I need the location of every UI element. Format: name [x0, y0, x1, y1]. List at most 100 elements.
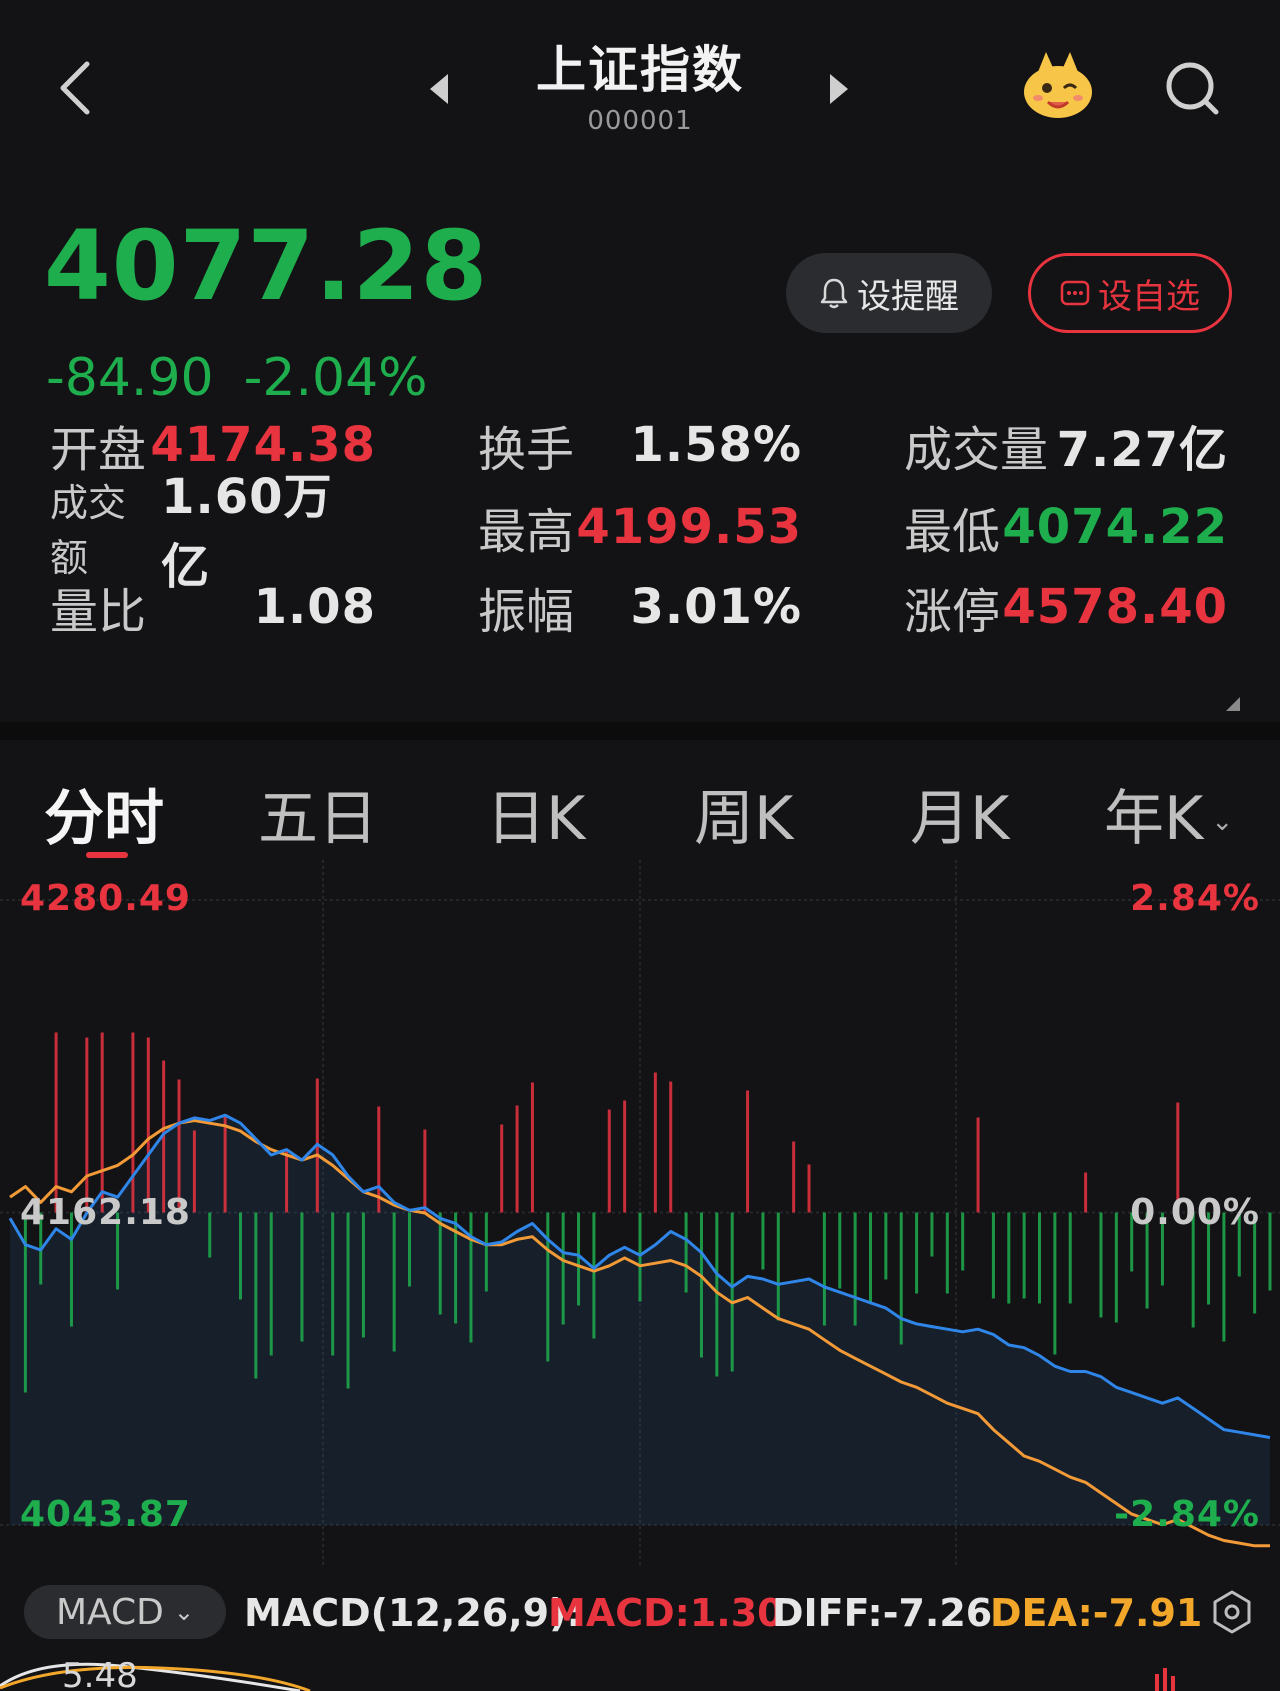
stat-value: 1.58% [630, 417, 802, 473]
volume-bar-64 [991, 1212, 995, 1299]
volume-bar-67 [1038, 1212, 1042, 1304]
volume-bar-5 [85, 1037, 89, 1213]
stat-3: 成交额 1.60万亿 [50, 469, 376, 595]
price-area [10, 1115, 1270, 1525]
indicator-selector[interactable]: MACD ⌄ [24, 1585, 226, 1639]
settings-gear-icon[interactable] [1210, 1589, 1254, 1635]
volume-bar-9 [146, 1037, 150, 1213]
tab-weekly-k[interactable]: 周K [694, 770, 793, 857]
stat-value: 1.08 [253, 579, 376, 635]
volume-bar-25 [392, 1212, 396, 1352]
tab-five-day[interactable]: 五日 [258, 770, 378, 857]
next-stock-icon[interactable] [828, 72, 850, 106]
mascot-icon[interactable] [1020, 48, 1096, 120]
stat-value: 4199.53 [576, 499, 802, 555]
tab-daily-k[interactable]: 日K [486, 770, 585, 857]
stat-label: 最低 [904, 504, 1001, 560]
volume-bar-51 [792, 1141, 796, 1213]
stat-label: 开盘 [50, 422, 147, 478]
macd-value: MACD:1.30 [548, 1591, 784, 1635]
chevron-down-icon: ⌄ [1211, 807, 1234, 838]
stat-label: 成交量 [904, 422, 1049, 478]
stat-label: 成交额 [50, 481, 127, 580]
volume-bar-50 [776, 1212, 780, 1321]
indicator-bar: MACD ⌄ MACD(12,26,9): MACD:1.30 DIFF:-7.… [0, 1565, 1280, 1660]
volume-bar-68 [1053, 1212, 1057, 1355]
volume-bar-38 [592, 1212, 596, 1339]
volume-bar-70 [1084, 1172, 1088, 1213]
volume-bar-61 [945, 1212, 949, 1294]
volume-bar-26 [408, 1212, 412, 1287]
volume-bar-57 [884, 1212, 888, 1280]
volume-bar-1 [23, 1212, 27, 1393]
tab-yearly-k-label: 年K [1104, 784, 1204, 854]
intraday-chart-svg [0, 860, 1280, 1565]
volume-bar-59 [915, 1212, 919, 1294]
volume-bar-62 [961, 1212, 965, 1271]
volume-bar-45 [699, 1212, 703, 1358]
volume-bar-12 [192, 1130, 196, 1213]
volume-bar-58 [899, 1212, 903, 1345]
volume-bar-15 [238, 1212, 242, 1300]
y-right-mid-label: 0.00% [1130, 1192, 1260, 1233]
bell-icon [820, 278, 848, 309]
stat-2: 成交量 7.27亿 [904, 415, 1228, 478]
volume-bar-29 [454, 1212, 458, 1324]
stat-value: 4074.22 [1002, 499, 1228, 555]
volume-bar-32 [500, 1124, 504, 1213]
change-percent: -2.04% [243, 348, 428, 408]
volume-bar-34 [530, 1082, 534, 1213]
stat-value: 1.60万亿 [161, 469, 333, 595]
stat-value: 7.27亿 [1056, 422, 1228, 478]
y-right-top-label: 2.84% [1130, 878, 1260, 919]
tab-yearly-k[interactable]: 年K ⌄ [1104, 770, 1233, 857]
change-value: -84.90 [46, 348, 214, 408]
macd-params: MACD(12,26,9): [244, 1591, 582, 1635]
expand-corner-icon[interactable] [1226, 697, 1240, 711]
diff-value: DIFF:-7.26 [772, 1591, 993, 1635]
volume-bar-55 [853, 1212, 857, 1326]
volume-bar-65 [1007, 1212, 1011, 1304]
volume-bar-21 [331, 1212, 335, 1356]
watchlist-icon [1060, 280, 1090, 306]
stat-6: 量比 1.08 [50, 577, 376, 640]
volume-bar-33 [515, 1105, 519, 1213]
tab-intraday[interactable]: 分时 [44, 770, 164, 857]
stat-value: 3.01% [630, 579, 802, 635]
stat-1: 换手 1.58% [478, 415, 802, 478]
stat-label: 最高 [478, 504, 575, 560]
tab-monthly-k[interactable]: 月K [910, 770, 1009, 857]
volume-bar-28 [438, 1212, 442, 1315]
volume-bar-30 [469, 1212, 473, 1343]
volume-bar-44 [684, 1212, 688, 1293]
volume-bar-47 [730, 1212, 734, 1372]
stat-label: 振幅 [478, 584, 575, 640]
volume-bar-41 [638, 1212, 642, 1302]
volume-bar-14 [223, 1116, 227, 1213]
volume-bar-8 [131, 1032, 135, 1213]
volume-bar-66 [1022, 1212, 1026, 1299]
stat-8: 涨停 4578.40 [904, 577, 1228, 640]
volume-bar-13 [208, 1212, 212, 1258]
search-icon[interactable] [1162, 58, 1222, 118]
volume-bar-48 [746, 1090, 750, 1213]
y-left-mid-label: 4162.18 [20, 1192, 191, 1233]
current-price: 4077.28 [44, 210, 489, 322]
dea-value: DEA:-7.91 [990, 1591, 1203, 1635]
period-tabs: 分时 五日 日K 周K 月K 年K ⌄ [0, 740, 1280, 860]
volume-bar-18 [285, 1148, 289, 1213]
volume-bar-31 [484, 1212, 488, 1292]
volume-bar-40 [623, 1100, 627, 1213]
volume-bar-39 [607, 1109, 611, 1213]
macd-chart-strip [0, 1662, 1175, 1691]
volume-bar-56 [868, 1212, 872, 1303]
add-watchlist-button[interactable]: 设自选 [1028, 253, 1232, 333]
stat-7: 振幅 3.01% [478, 577, 802, 640]
volume-bar-27 [423, 1129, 427, 1213]
set-reminder-button[interactable]: 设提醒 [786, 253, 992, 333]
volume-bar-54 [838, 1212, 842, 1289]
intraday-chart[interactable]: 4280.49 4162.18 4043.87 2.84% 0.00% -2.8… [0, 860, 1280, 1565]
volume-bar-63 [976, 1117, 980, 1213]
price-change: -84.90 -2.04% [46, 348, 428, 408]
chevron-down-icon: ⌄ [173, 1598, 195, 1626]
